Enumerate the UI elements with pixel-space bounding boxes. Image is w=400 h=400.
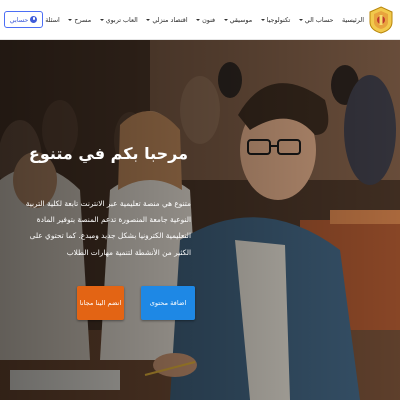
nav-item-0[interactable]: الرئيسية: [342, 16, 364, 24]
chevron-down-icon: [223, 19, 228, 21]
chevron-down-icon: [196, 19, 201, 21]
my-account-button[interactable]: حسابي: [4, 11, 43, 28]
nav-item-label: اقتصاد منزلي: [152, 16, 188, 24]
chevron-down-icon: [68, 19, 73, 21]
chevron-down-icon: [260, 19, 265, 21]
nav-item-label: فنون: [202, 16, 216, 24]
chevron-down-icon: [146, 19, 151, 21]
chevron-down-icon: [99, 19, 104, 21]
nav-item-6[interactable]: العاب تربوي: [99, 16, 138, 24]
chevron-down-icon: [298, 19, 303, 21]
nav-item-label: اسئلة: [45, 16, 60, 24]
hero-title: مرحبا بكم في متنوع: [28, 144, 188, 163]
nav-item-label: مسرح: [74, 16, 92, 24]
add-content-button[interactable]: اضافة محتوى: [141, 286, 195, 320]
hero-description: متنوع هي منصة تعليمية عبر الانترنت تابعة…: [25, 199, 191, 257]
nav-item-label: الرئيسية: [341, 16, 364, 24]
nav-item-5[interactable]: اقتصاد منزلي: [146, 16, 188, 24]
nav-item-8[interactable]: اسئلة: [45, 16, 60, 24]
nav-item-label: العاب تربوي: [105, 16, 138, 24]
user-icon: [30, 16, 38, 23]
main-menu: الرئيسية حساب الي تكنولوجيا موسيقي فنون اقتصا…: [37, 0, 364, 40]
nav-item-2[interactable]: تكنولوجيا: [260, 16, 291, 24]
nav-item-4[interactable]: فنون: [196, 16, 215, 24]
join-free-button[interactable]: انضم الينا مجانا: [77, 286, 124, 320]
nav-item-7[interactable]: مسرح: [68, 16, 91, 24]
nav-item-label: تكنولوجيا: [266, 16, 291, 24]
top-navbar: الرئيسية حساب الي تكنولوجيا موسيقي فنون اقتصا…: [0, 0, 400, 40]
nav-item-1[interactable]: حساب الي: [298, 16, 334, 24]
university-logo[interactable]: [368, 6, 394, 34]
nav-item-label: حساب الي: [304, 16, 334, 24]
my-account-label: حسابي: [9, 15, 29, 24]
nav-item-label: موسيقي: [229, 16, 253, 24]
nav-item-3[interactable]: موسيقي: [223, 16, 253, 24]
hero-section: مرحبا بكم في متنوع متنوع هي منصة تعليمية…: [0, 40, 400, 400]
